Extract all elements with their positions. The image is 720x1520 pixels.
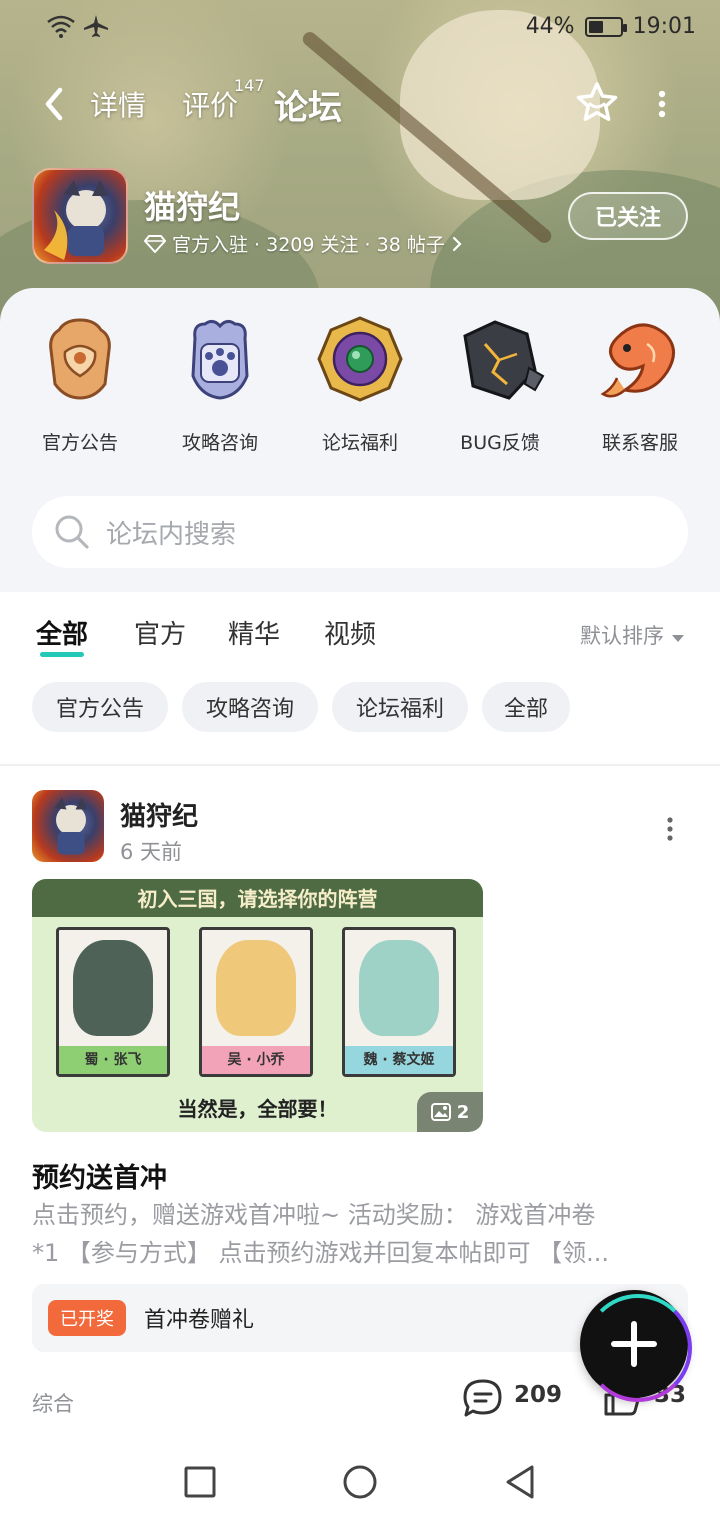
chip-official-announcements[interactable]: 官方公告 — [32, 682, 168, 732]
chevron-right-icon — [452, 236, 462, 251]
create-post-button[interactable] — [580, 1290, 692, 1402]
feed-tab-featured[interactable]: 精华 — [228, 614, 280, 651]
card-name: 蜀 · 张飞 — [59, 1046, 167, 1074]
home-icon[interactable] — [340, 1462, 380, 1502]
clock: 19:01 — [632, 14, 696, 39]
category-customer-service[interactable]: 联系客服 — [570, 314, 710, 455]
image-header-text: 初入三国，请选择你的阵营 — [32, 879, 483, 917]
plus-icon — [611, 1321, 657, 1367]
airplane-icon — [84, 15, 108, 37]
forum-category-sheet: 官方公告 攻略咨询 论坛福利 BUG反馈 联系客服 论坛内搜索 — [0, 288, 720, 592]
category-label: 联系客服 — [601, 432, 678, 454]
post-title[interactable]: 预约送首冲 — [32, 1156, 167, 1195]
lottery-title: 首冲卷赠礼 — [144, 1308, 255, 1333]
feed-tab-official[interactable]: 官方 — [134, 614, 186, 651]
category-label: 攻略咨询 — [181, 432, 258, 454]
image-count-badge: 2 — [417, 1092, 483, 1132]
recent-apps-icon[interactable] — [180, 1462, 220, 1502]
sort-dropdown[interactable]: 默认排序 — [580, 620, 685, 650]
battery-percent: 44% — [525, 14, 575, 39]
category-label: 论坛福利 — [321, 432, 398, 454]
badge-icon — [49, 318, 111, 400]
caret-down-icon — [671, 635, 684, 642]
feed-tab-video[interactable]: 视频 — [324, 614, 376, 651]
game-icon — [32, 168, 128, 264]
image-count: 2 — [456, 1101, 470, 1123]
faction-card: 蜀 · 张飞 — [56, 927, 170, 1077]
faction-card: 魏 · 蔡文姬 — [342, 927, 456, 1077]
tab-details[interactable]: 详情 — [90, 84, 146, 124]
game-name: 猫狩纪 — [144, 188, 241, 226]
sort-label: 默认排序 — [580, 624, 664, 648]
forum-search-bar[interactable]: 论坛内搜索 — [32, 496, 688, 568]
character-figure — [216, 940, 296, 1036]
category-label: BUG反馈 — [460, 432, 540, 454]
status-bar: 44% 19:01 — [0, 0, 720, 56]
more-vertical-icon[interactable] — [652, 86, 672, 122]
paw-shield-icon — [191, 319, 249, 400]
star-favorite-icon[interactable] — [574, 80, 620, 126]
post-author[interactable]: 猫狩纪 — [120, 796, 198, 833]
post-time: 6 天前 — [120, 840, 183, 864]
divider — [0, 764, 720, 766]
system-navigation-bar — [0, 1450, 720, 1520]
status-icons — [46, 14, 109, 44]
avatar[interactable] — [32, 790, 104, 862]
avatar-art — [54, 797, 88, 855]
lottery-status-badge: 已开奖 — [48, 1300, 126, 1336]
comment-icon[interactable] — [462, 1378, 504, 1418]
back-arrow-icon[interactable] — [36, 82, 72, 126]
card-name: 魏 · 蔡文姬 — [345, 1046, 453, 1074]
post-body[interactable]: 点击预约，赠送游戏首冲啦~ 活动奖励： 游戏首冲卷 *1 【参与方式】 点击预约… — [32, 1196, 688, 1272]
category-strategy-consult[interactable]: 攻略咨询 — [150, 314, 290, 455]
system-back-icon[interactable] — [500, 1462, 540, 1502]
more-vertical-icon[interactable] — [660, 814, 680, 844]
category-bug-feedback[interactable]: BUG反馈 — [430, 314, 570, 455]
koi-fish-icon — [600, 323, 675, 398]
search-input[interactable]: 论坛内搜索 — [106, 514, 236, 551]
post-category-tag: 综合 — [32, 1392, 74, 1416]
comment-count: 209 — [514, 1382, 563, 1408]
card-name: 吴 · 小乔 — [202, 1046, 310, 1074]
gem-medallion-icon — [317, 316, 403, 402]
game-meta[interactable]: 官方入驻 · 3209 关注 · 38 帖子 — [144, 230, 463, 257]
character-figure — [73, 940, 153, 1036]
followed-button[interactable]: 已关注 — [568, 192, 688, 240]
diamond-verified-icon — [144, 234, 166, 253]
game-meta-text: 官方入驻 · 3209 关注 · 38 帖子 — [172, 234, 445, 256]
wifi-icon — [47, 15, 75, 38]
character-figure — [359, 940, 439, 1036]
category-label: 官方公告 — [41, 432, 118, 454]
battery-icon — [584, 16, 627, 37]
image-footer-text: 当然是，全部要！ — [177, 1097, 338, 1121]
chip-all[interactable]: 全部 — [482, 682, 570, 732]
tab-reviews[interactable]: 评价 — [182, 84, 238, 124]
post-body-line: 点击预约，赠送游戏首冲啦~ 活动奖励： 游戏首冲卷 — [32, 1201, 596, 1229]
faction-card: 吴 · 小乔 — [199, 927, 313, 1077]
category-forum-benefits[interactable]: 论坛福利 — [290, 314, 430, 455]
feed-tab-all[interactable]: 全部 — [36, 614, 88, 657]
post-image[interactable]: 初入三国，请选择你的阵营 蜀 · 张飞 吴 · 小乔 魏 · 蔡文姬 当然是，全… — [32, 879, 483, 1132]
chip-strategy-consult[interactable]: 攻略咨询 — [182, 682, 318, 732]
image-icon — [430, 1103, 451, 1121]
top-navigation: 详情 评价 147 论坛 — [0, 76, 720, 136]
cracked-stone-icon — [463, 320, 545, 400]
chip-forum-benefits[interactable]: 论坛福利 — [332, 682, 468, 732]
post-body-line: *1 【参与方式】 点击预约游戏并回复本帖即可 【领... — [32, 1239, 610, 1267]
search-icon — [55, 515, 89, 549]
category-official-announcements[interactable]: 官方公告 — [10, 314, 150, 455]
review-count-badge: 147 — [234, 76, 265, 95]
game-icon-art — [44, 180, 108, 260]
tab-forum[interactable]: 论坛 — [274, 80, 342, 129]
